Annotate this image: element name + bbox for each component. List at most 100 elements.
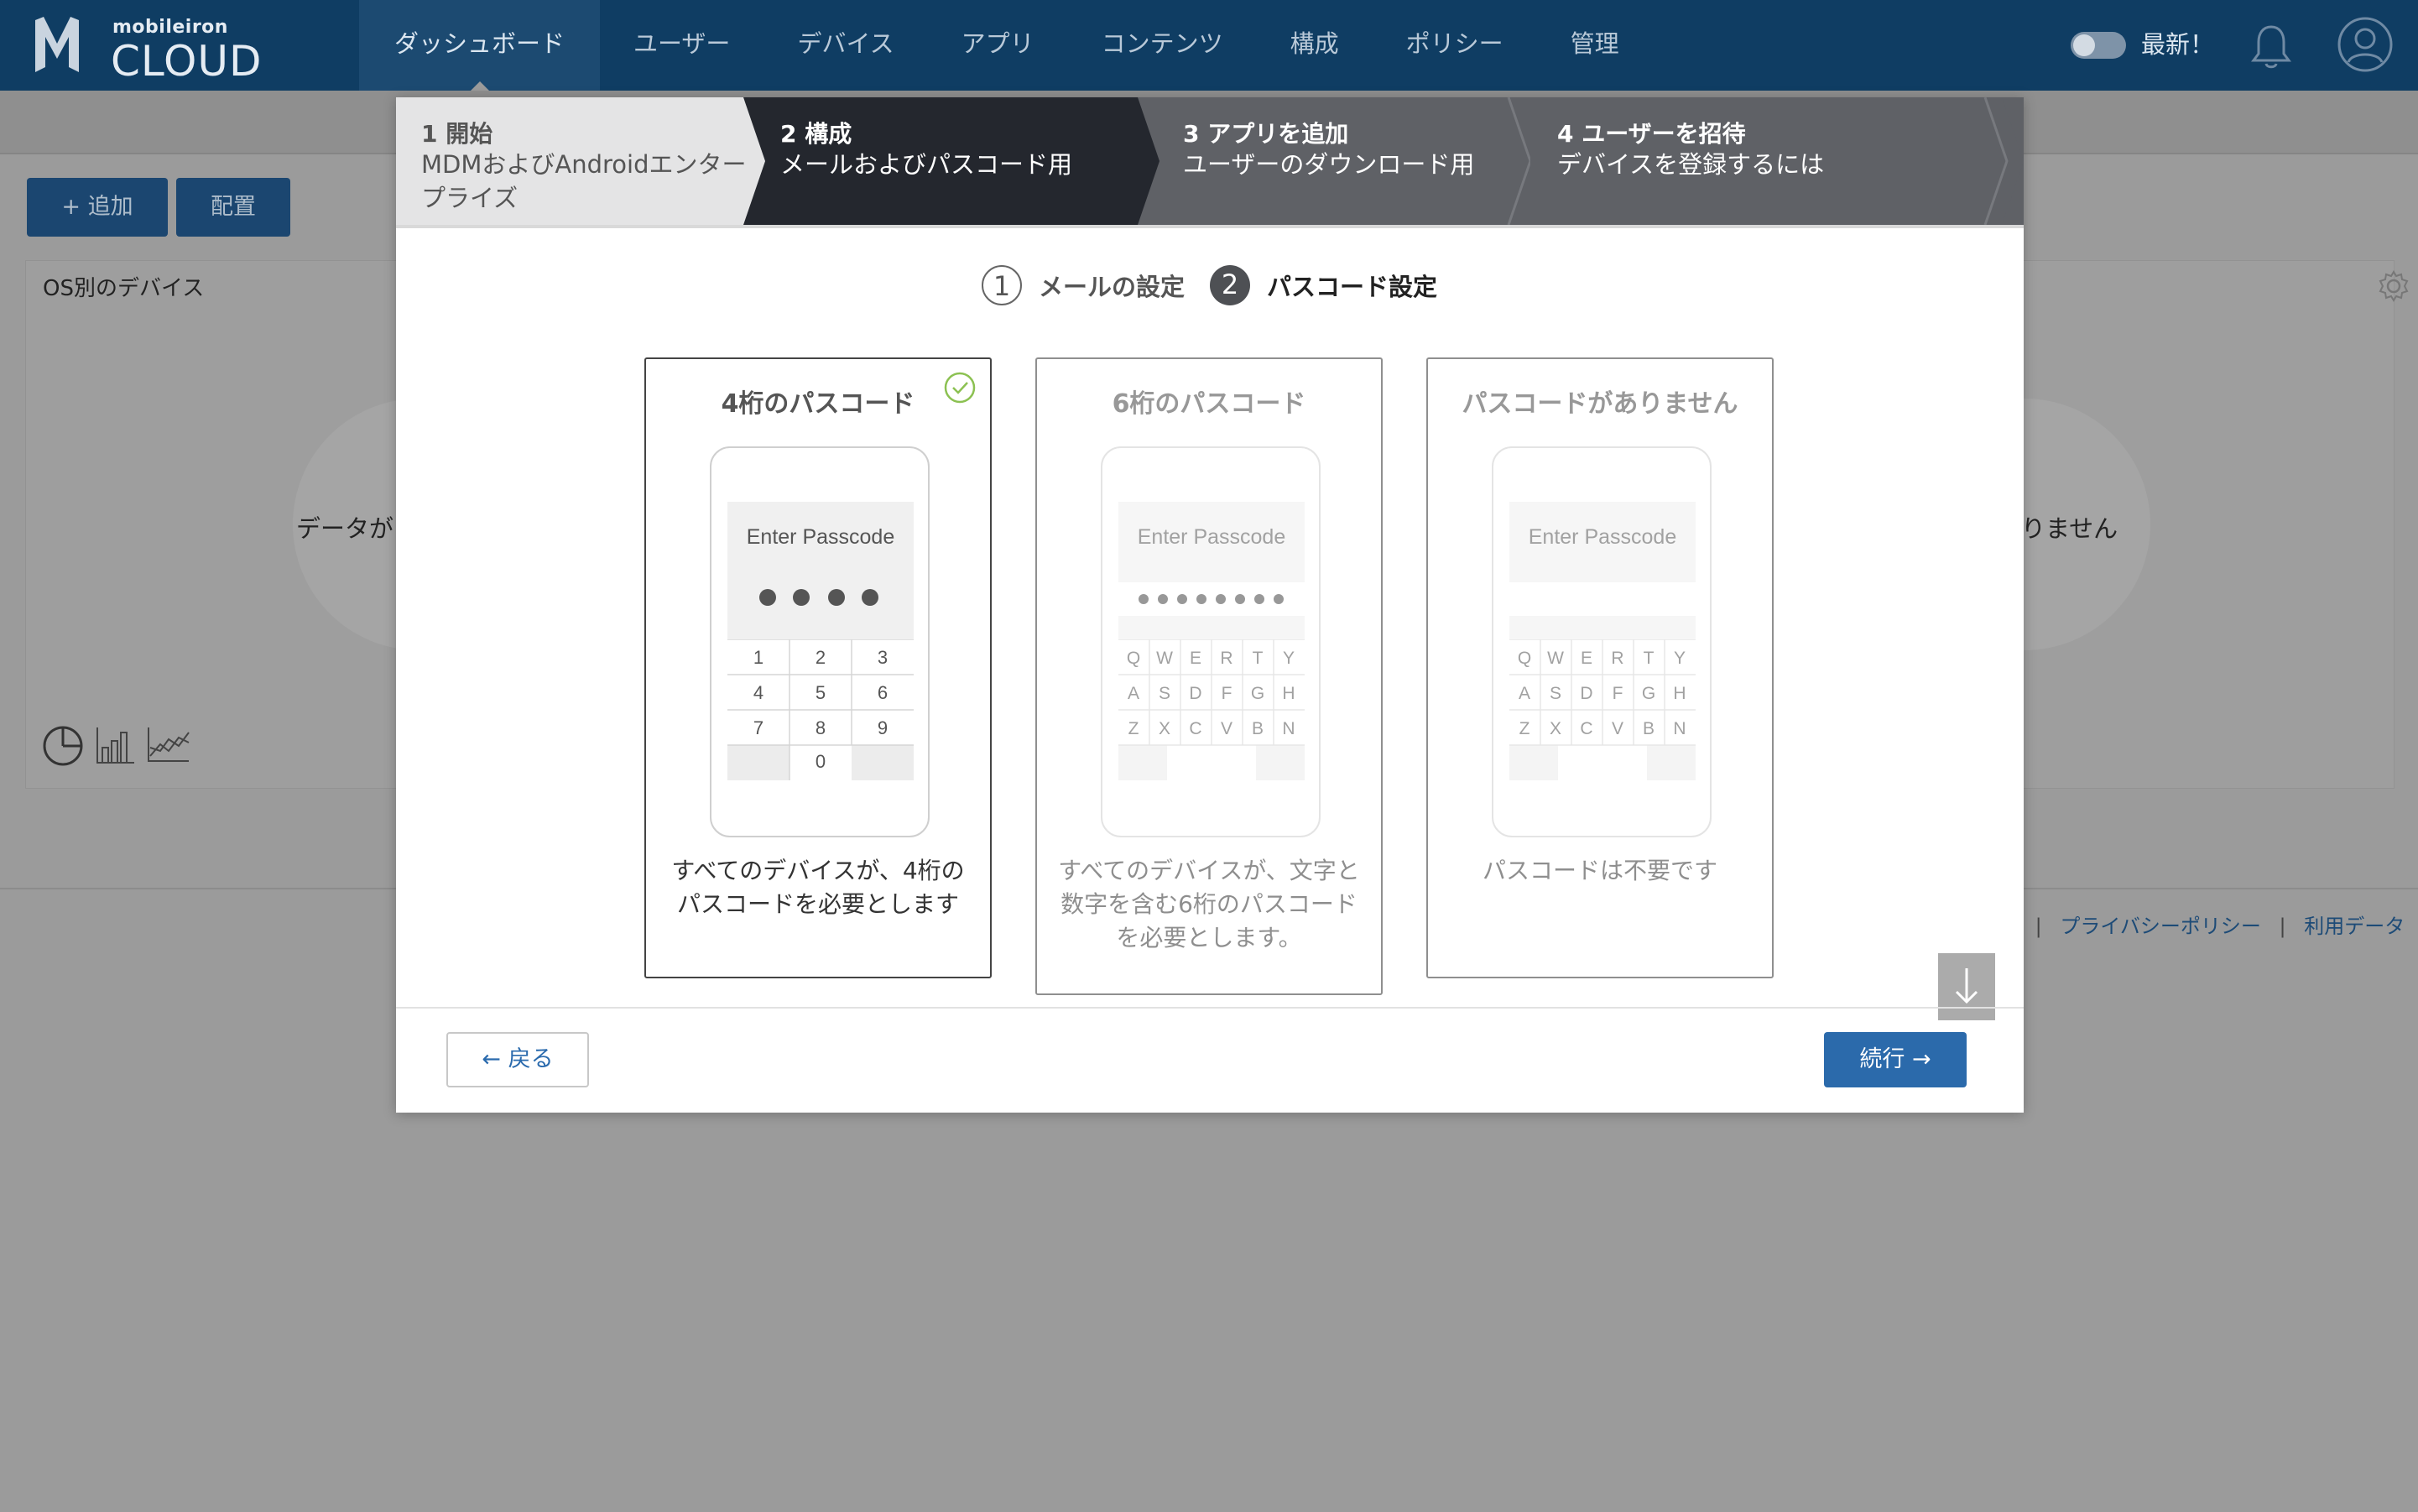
scroll-down-button[interactable] [1938,953,1995,1020]
nav-apps[interactable]: アプリ [928,0,1068,91]
wizard-step-add-apps[interactable]: 3 アプリを追加 ユーザーのダウンロード用 [1136,97,1530,225]
svg-text:F: F [1613,684,1623,703]
footer-separator: | [2279,915,2286,938]
key-1: 1 [753,647,763,668]
substep-1-number: 1 [982,265,1022,305]
pie-chart-icon[interactable] [41,722,86,768]
svg-text:Q: Q [1127,649,1140,668]
no-data-text-right: りません [2021,514,2118,543]
usage-data-link[interactable]: 利用データ [2304,915,2405,938]
footer-separator: | [2035,915,2042,938]
wizard-stepper: 4 ユーザーを招待 デバイスを登録するには 3 アプリを追加 ユーザーのダウンロ… [396,97,2024,225]
wizard-step-invite-users[interactable]: 4 ユーザーを招待 デバイスを登録するには [1510,97,2024,225]
bar-chart-icon[interactable] [94,722,138,768]
svg-text:F: F [1222,684,1232,703]
check-circle-icon [944,372,976,404]
svg-text:A: A [1128,684,1139,703]
description-line: すべてのデバイスが、4桁の [671,857,965,884]
svg-text:T: T [1253,649,1264,668]
step-1-title: 1 開始 [421,120,493,148]
phone-screen: Enter Passcode 1 2 3 4 5 6 7 8 9 0 [727,502,914,780]
step-3-title: 3 アプリを追加 [1183,120,1349,148]
user-avatar-icon[interactable] [2337,17,2393,72]
phone-screen: Enter Passcode QWERTY ASDFGH ZXCV B N [1118,502,1305,780]
svg-text:D: D [1189,684,1201,703]
nav-dashboard[interactable]: ダッシュボード [359,0,601,91]
key-6: 6 [878,682,888,703]
key-5: 5 [816,682,826,703]
option-description: すべてのデバイスが、4桁の パスコードを必要とします [663,854,973,921]
passcode-substeps: 1 メールの設定 2 パスコード設定 [396,265,2024,312]
passcode-dots-icon [759,589,878,606]
svg-text:W: W [1156,649,1173,668]
description-line: を必要とします。 [1116,924,1302,952]
privacy-policy-link[interactable]: プライバシーポリシー [2060,915,2261,938]
nav-policies[interactable]: ポリシー [1373,0,1537,91]
wizard-step-start[interactable]: 1 開始 MDMおよびAndroidエンター プライズ [396,97,765,225]
option-description: すべてのデバイスが、文字と 数字を含む6桁のパスコード を必要とします。 [1054,854,1364,955]
phone-illustration: Enter Passcode 1 2 3 4 5 6 7 8 9 0 [710,446,930,837]
bell-icon[interactable] [2249,22,2294,70]
numeric-keypad: 1 2 3 4 5 6 7 8 9 0 [727,639,914,780]
svg-text:E: E [1581,649,1592,668]
svg-text:C: C [1189,719,1201,738]
option-card-6-digit-passcode[interactable]: 6桁のパスコード Enter Passcode QWERTY A S D F G… [1035,357,1383,995]
step-2-desc: メールおよびパスコード用 [780,150,1073,179]
step-1-desc-line2: プライズ [421,184,519,212]
whats-new-label[interactable]: 最新！ [2141,25,2214,60]
substep-1-label: メールの設定 [1039,273,1186,301]
substep-2-label: パスコード設定 [1267,273,1438,301]
svg-text:X: X [1550,719,1561,738]
nav-devices[interactable]: デバイス [763,0,927,91]
step-2-title: 2 構成 [780,120,852,148]
passcode-dots-icon [1139,594,1284,604]
option-card-no-passcode[interactable]: パスコードがありません Enter Passcode QWER TY A SD FGH… [1426,357,1774,978]
add-button[interactable]: + 追加 [27,178,168,237]
qwerty-keyboard: QWER TY A SD FGH Z XC V BN [1118,639,1305,780]
svg-text:H: H [1673,684,1686,703]
chart-type-switcher [41,722,192,768]
svg-text:W: W [1547,649,1564,668]
no-data-text-left: データが [296,514,394,543]
passcode-field [1118,582,1305,616]
step-1-desc-line1: MDMおよびAndroidエンター [421,150,747,179]
nav-configurations[interactable]: 構成 [1257,0,1373,91]
continue-button[interactable]: 続行 → [1824,1032,1967,1087]
substep-2-number: 2 [1210,265,1250,305]
mobileiron-logo-icon [35,17,79,72]
key-7: 7 [753,717,763,738]
svg-text:N: N [1282,719,1295,738]
svg-text:G: G [1251,684,1264,703]
key-4: 4 [753,682,763,703]
toggle-knob [2073,34,2095,56]
option-card-4-digit-passcode[interactable]: 4桁のパスコード Enter Passcode 1 2 3 4 5 6 7 8 … [644,357,992,978]
svg-text:H: H [1282,684,1295,703]
svg-text:Z: Z [1128,719,1139,738]
nav-content[interactable]: コンテンツ [1068,0,1257,91]
svg-text:C: C [1580,719,1592,738]
passcode-field [1509,582,1696,616]
deploy-button[interactable]: 配置 [176,178,290,237]
arrow-down-icon [1955,968,1978,1004]
gear-icon[interactable] [2377,269,2410,303]
phone-screen: Enter Passcode QWER TY A SD FGH Z XC V BN [1509,502,1696,780]
phone-illustration: Enter Passcode QWER TY A SD FGH Z XC V BN [1492,446,1712,837]
back-button[interactable]: ← 戻る [446,1032,589,1087]
passcode-prompt: Enter Passcode [746,525,895,549]
mobileiron-cloud-logo[interactable]: mobileiron CLOUD [34,15,285,86]
svg-text:R: R [1611,649,1623,668]
nav-admin[interactable]: 管理 [1537,0,1653,91]
line-chart-icon[interactable] [145,722,192,768]
whats-new-toggle[interactable] [2071,32,2126,59]
wizard-step-configure[interactable]: 2 構成 メールおよびパスコード用 [743,97,1159,225]
option-title: パスコードがありません [1462,389,1738,419]
svg-text:B: B [1252,719,1264,738]
passcode-prompt: Enter Passcode [1137,525,1286,549]
svg-text:R: R [1220,649,1232,668]
nav-users[interactable]: ユーザー [600,0,763,91]
svg-text:Y: Y [1674,649,1686,668]
key-8: 8 [816,717,826,738]
panel-title: OS別のデバイス [43,276,205,301]
substep-email-settings[interactable]: 1 メールの設定 [982,265,1185,305]
substep-passcode-settings[interactable]: 2 パスコード設定 [1210,265,1437,305]
